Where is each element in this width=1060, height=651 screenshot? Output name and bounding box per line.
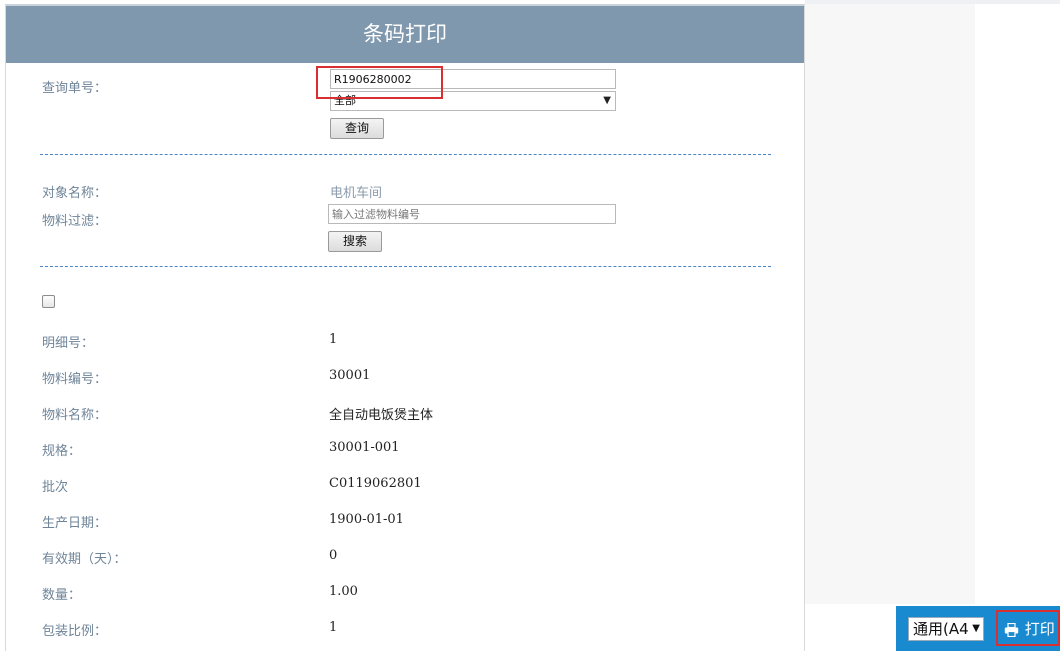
- order-number-highlight: [316, 66, 443, 99]
- section-divider: [40, 266, 771, 267]
- detail-label: 明细号：: [42, 336, 95, 351]
- detail-value: 0: [329, 548, 338, 563]
- detail-label: 物料编号：: [42, 372, 108, 387]
- right-background: [805, 4, 975, 604]
- material-filter-label: 物料过滤：: [42, 214, 108, 229]
- detail-label: 批次: [42, 480, 69, 495]
- detail-value: 全自动电饭煲主体: [329, 408, 434, 423]
- select-checkbox[interactable]: [42, 295, 55, 308]
- query-order-label: 查询单号：: [42, 81, 108, 96]
- detail-value: 1900-01-01: [329, 512, 404, 527]
- search-button[interactable]: 搜索: [328, 231, 382, 252]
- detail-value: 1: [329, 332, 338, 347]
- chevron-down-icon: ▼: [603, 95, 611, 106]
- detail-label: 有效期（天）：: [42, 552, 127, 567]
- detail-value: 30001-001: [329, 440, 400, 455]
- barcode-print-panel: 条码打印 查询单号： R1906280002 全部 ▼ 查询 对象名称： 电机车…: [5, 4, 805, 651]
- section-divider: [40, 154, 771, 155]
- chevron-down-icon: ▼: [972, 623, 980, 634]
- print-button-highlight: [996, 610, 1060, 646]
- detail-label: 物料名称：: [42, 408, 108, 423]
- detail-label: 数量：: [42, 588, 82, 603]
- detail-value: C0119062801: [329, 476, 422, 491]
- material-filter-input[interactable]: 输入过滤物料编号: [328, 204, 616, 224]
- detail-label: 包装比例：: [42, 624, 108, 639]
- detail-value: 30001: [329, 368, 371, 383]
- page-title: 条码打印: [6, 4, 804, 63]
- detail-label: 规格：: [42, 444, 82, 459]
- detail-label: 生产日期：: [42, 516, 108, 531]
- query-button[interactable]: 查询: [330, 118, 384, 139]
- object-name-label: 对象名称：: [42, 186, 108, 201]
- template-select-value: 通用(A4: [913, 620, 969, 638]
- detail-value: 1.00: [329, 584, 358, 599]
- template-select[interactable]: 通用(A4 ▼: [908, 617, 984, 641]
- object-name-value: 电机车间: [330, 186, 383, 201]
- detail-value: 1: [329, 620, 338, 635]
